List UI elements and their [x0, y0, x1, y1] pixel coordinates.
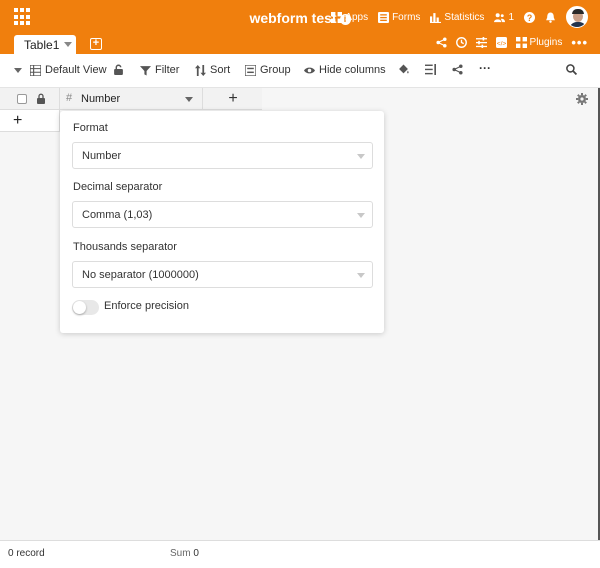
format-value: Number: [82, 150, 122, 162]
caret-down-icon: [14, 67, 22, 73]
group-icon: [245, 64, 256, 76]
row-height-button[interactable]: [425, 64, 436, 75]
eye-icon: [304, 67, 315, 73]
select-all-cell: [0, 88, 60, 110]
format-select[interactable]: Number: [72, 142, 373, 169]
help-button[interactable]: ?: [524, 11, 535, 23]
more-icon[interactable]: •••: [571, 36, 588, 49]
grid-area: # Number + + Format Number Decimal separ…: [0, 88, 600, 540]
sum-label: Sum: [170, 548, 191, 559]
enforce-precision-label: Enforce precision: [104, 300, 189, 312]
apps-button[interactable]: Apps: [331, 11, 369, 23]
lock-icon: [114, 64, 123, 75]
column-header-number[interactable]: # Number: [61, 88, 203, 110]
lock-icon[interactable]: [36, 93, 46, 104]
plugins-icon: [515, 37, 527, 48]
row-color-button[interactable]: [398, 64, 409, 75]
select-all-checkbox[interactable]: [17, 94, 27, 104]
enforce-precision-toggle[interactable]: [72, 300, 99, 315]
thousands-separator-value: No separator (1000000): [82, 269, 199, 281]
base-title[interactable]: webform test: [249, 10, 336, 26]
tab-label: Table1: [24, 37, 60, 52]
users-icon: [494, 12, 506, 22]
share-icon: [452, 64, 463, 75]
decimal-separator-value: Comma (1,03): [82, 209, 153, 221]
svg-text:</>: </>: [496, 40, 506, 47]
settings-sliders-icon[interactable]: [475, 37, 487, 48]
chevron-down-icon[interactable]: [64, 42, 73, 47]
chevron-down-icon: [357, 154, 365, 159]
notifications-button[interactable]: [545, 12, 556, 23]
decimal-separator-label: Decimal separator: [73, 181, 163, 193]
search-icon: [566, 64, 577, 75]
view-selector[interactable]: Default View: [14, 64, 107, 76]
sum-summary[interactable]: Sum 0: [170, 548, 199, 559]
status-bar: 0 record Sum 0: [0, 540, 600, 568]
share-icon[interactable]: [435, 37, 447, 48]
share-view-button[interactable]: [452, 64, 463, 75]
plugins-label: Plugins: [529, 37, 563, 48]
lock-view-button[interactable]: [113, 64, 124, 75]
sort-label: Sort: [210, 64, 231, 76]
table-view-icon: [30, 64, 41, 76]
sort-button[interactable]: Sort: [195, 64, 230, 76]
hide-columns-label: Hide columns: [319, 64, 386, 76]
apps-label: Apps: [345, 11, 369, 23]
sum-value: 0: [193, 548, 199, 559]
svg-text:?: ?: [527, 12, 532, 22]
chevron-down-icon: [357, 273, 365, 278]
collaborators-button[interactable]: 1: [494, 12, 514, 23]
forms-button[interactable]: Forms: [378, 11, 421, 23]
tab-table1[interactable]: Table1: [14, 35, 76, 54]
chevron-down-icon: [357, 213, 365, 218]
column-menu-icon[interactable]: [185, 97, 193, 102]
top-bar: webform test i Apps Forms Statistics 1 ? …: [0, 0, 600, 54]
tab-tools: </> Plugins •••: [435, 36, 588, 49]
record-count: 0 record: [8, 548, 45, 559]
group-label: Group: [260, 64, 291, 76]
forms-icon: [378, 11, 390, 23]
view-toolbar: Default View Filter Sort Group Hide colu…: [0, 54, 600, 88]
filter-icon: [140, 65, 151, 75]
format-label: Format: [73, 122, 108, 134]
group-button[interactable]: Group: [245, 64, 291, 76]
add-row-button[interactable]: +: [0, 110, 60, 132]
sort-icon: [195, 64, 206, 76]
thousands-separator-label: Thousands separator: [73, 241, 177, 253]
statistics-label: Statistics: [444, 11, 485, 23]
more-options-icon[interactable]: ···: [479, 61, 491, 75]
thousands-separator-select[interactable]: No separator (1000000): [72, 261, 373, 288]
row-height-icon: [425, 64, 436, 75]
view-name: Default View: [45, 64, 107, 76]
plugins-button[interactable]: Plugins: [515, 37, 563, 48]
apps-icon: [331, 11, 343, 23]
filter-button[interactable]: Filter: [140, 64, 179, 76]
paint-bucket-icon: [399, 64, 409, 74]
collaborators-count: 1: [508, 11, 514, 23]
add-column-button[interactable]: +: [204, 88, 262, 110]
hide-columns-button[interactable]: Hide columns: [304, 64, 386, 76]
avatar[interactable]: [566, 6, 588, 28]
decimal-separator-select[interactable]: Comma (1,03): [72, 201, 373, 228]
statistics-button[interactable]: Statistics: [430, 12, 484, 23]
column-name: Number: [81, 93, 121, 105]
add-table-icon[interactable]: +: [90, 38, 102, 50]
scripts-icon[interactable]: </>: [495, 37, 507, 48]
app-grid-icon[interactable]: [14, 8, 32, 26]
search-button[interactable]: [566, 64, 577, 75]
number-type-icon: #: [66, 92, 73, 104]
filter-label: Filter: [155, 64, 180, 76]
history-icon[interactable]: [455, 37, 467, 48]
statistics-icon: [430, 12, 442, 23]
gear-icon[interactable]: [576, 93, 588, 105]
top-actions: Apps Forms Statistics 1 ?: [331, 6, 588, 28]
forms-label: Forms: [392, 11, 421, 23]
bell-icon: [546, 12, 555, 23]
column-header-row: # Number +: [0, 88, 262, 110]
toggle-knob: [73, 301, 86, 314]
help-icon: ?: [524, 11, 535, 23]
number-format-popover: Format Number Decimal separator Comma (1…: [60, 111, 384, 333]
